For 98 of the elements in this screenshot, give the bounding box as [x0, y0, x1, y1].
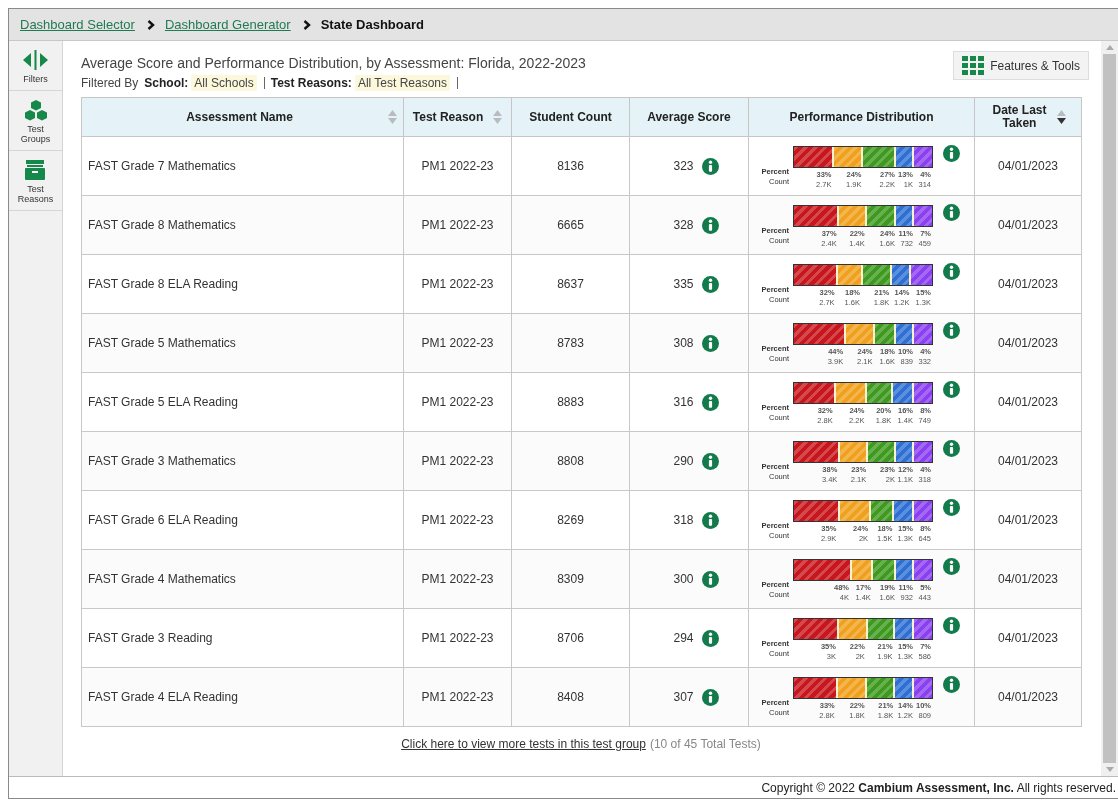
info-icon[interactable]	[701, 334, 719, 352]
assessment-name: FAST Grade 4 Mathematics	[88, 572, 236, 586]
info-icon[interactable]	[701, 688, 719, 706]
test-count: (10 of 45 Total Tests)	[649, 737, 761, 751]
filter-label: School:	[144, 76, 189, 90]
table-cell: 8637	[557, 277, 584, 291]
scroll-up-icon	[1105, 45, 1114, 50]
average-score: 328	[673, 218, 694, 232]
assessment-name: FAST Grade 6 ELA Reading	[88, 513, 238, 527]
table-cell: 04/01/2023	[997, 218, 1059, 232]
table-cell: PM1 2022-23	[421, 277, 494, 291]
average-score: 300	[673, 572, 694, 586]
info-icon[interactable]	[701, 393, 719, 411]
table-cell: 8309	[557, 572, 584, 586]
info-icon[interactable]	[701, 452, 719, 470]
assessment-name: FAST Grade 5 ELA Reading	[88, 395, 238, 409]
table-cell: 04/01/2023	[997, 631, 1059, 645]
average-score: 294	[673, 631, 694, 645]
table-cell: PM1 2022-23	[421, 159, 494, 173]
info-icon[interactable]	[943, 145, 960, 162]
average-score: 316	[673, 395, 694, 409]
scrollbar[interactable]	[1101, 41, 1118, 776]
features-tools-button[interactable]: Features & Tools	[953, 51, 1089, 80]
average-score: 290	[673, 454, 694, 468]
column-header: Average Score	[647, 110, 731, 124]
assessment-name: FAST Grade 4 ELA Reading	[88, 690, 238, 704]
table-cell: 04/01/2023	[997, 572, 1059, 586]
table-cell: 8136	[557, 159, 584, 173]
table-cell: 8269	[557, 513, 584, 527]
table-cell: PM1 2022-23	[421, 395, 494, 409]
table-cell: PM1 2022-23	[421, 690, 494, 704]
column-header[interactable]: Assessment Name	[186, 110, 293, 124]
report-title: Average Score and Performance Distribution, by Assessment: Florida, 2022-2023	[81, 55, 586, 71]
chevron-icon	[146, 19, 155, 30]
table-cell: PM1 2022-23	[421, 631, 494, 645]
split-arrows-icon	[22, 49, 49, 71]
file-box-icon	[24, 159, 47, 181]
table-cell: 04/01/2023	[997, 454, 1059, 468]
info-icon[interactable]	[701, 511, 719, 529]
table-cell: 8783	[557, 336, 584, 350]
info-icon[interactable]	[701, 275, 719, 293]
assessment-name: FAST Grade 7 Mathematics	[88, 159, 236, 173]
chevron-icon	[302, 19, 311, 30]
average-score: 323	[673, 159, 694, 173]
filter-value: All Test Reasons	[354, 75, 451, 91]
table-cell: 04/01/2023	[997, 277, 1059, 291]
table-cell: 04/01/2023	[997, 336, 1059, 350]
table-cell: 04/01/2023	[997, 159, 1059, 173]
grid-icon	[962, 56, 985, 75]
more-tests-link[interactable]: Click here to view more tests in this test group	[401, 737, 646, 751]
assessment-name: FAST Grade 3 Reading	[88, 631, 213, 645]
scroll-down-icon	[1105, 767, 1114, 772]
column-header: Performance Distribution	[789, 110, 934, 124]
info-icon[interactable]	[943, 440, 960, 457]
info-icon[interactable]	[943, 558, 960, 575]
table-cell: 8883	[557, 395, 584, 409]
info-icon[interactable]	[943, 322, 960, 339]
info-icon[interactable]	[943, 381, 960, 398]
breadcrumb-link[interactable]: Dashboard Generator	[164, 17, 291, 32]
breadcrumb-link[interactable]: Dashboard Selector	[20, 17, 135, 32]
filter-label: Test Reasons:	[270, 76, 352, 90]
table-cell: 8808	[557, 454, 584, 468]
table-cell: PM1 2022-23	[421, 336, 494, 350]
filter-value: All Schools	[191, 75, 257, 91]
column-header: Student Count	[529, 110, 612, 124]
info-icon[interactable]	[943, 263, 960, 280]
assessment-name: FAST Grade 8 ELA Reading	[88, 277, 238, 291]
table-cell: 8706	[557, 631, 584, 645]
table-cell: 6665	[557, 218, 584, 232]
info-icon[interactable]	[701, 216, 719, 234]
table-cell: 8408	[557, 690, 584, 704]
sort-icon[interactable]	[1056, 110, 1066, 124]
table-cell: 04/01/2023	[997, 395, 1059, 409]
assessment-name: FAST Grade 5 Mathematics	[88, 336, 236, 350]
assessment-name: FAST Grade 8 Mathematics	[88, 218, 236, 232]
cubes-icon	[24, 99, 47, 121]
info-icon[interactable]	[701, 629, 719, 647]
average-score: 318	[673, 513, 694, 527]
table-cell: PM1 2022-23	[421, 454, 494, 468]
info-icon[interactable]	[701, 157, 719, 175]
copyright-text: Copyright © 2022 Cambium Assessment, Inc. All rights reserved.	[761, 780, 1116, 795]
filter-caption: Filtered By	[81, 76, 139, 90]
breadcrumb-current: State Dashboard	[320, 17, 424, 32]
table-cell: PM1 2022-23	[421, 572, 494, 586]
average-score: 335	[673, 277, 694, 291]
assessment-name: FAST Grade 3 Mathematics	[88, 454, 236, 468]
info-icon[interactable]	[943, 617, 960, 634]
table-cell: 04/01/2023	[997, 513, 1059, 527]
info-icon[interactable]	[943, 676, 960, 693]
table-cell: PM1 2022-23	[421, 218, 494, 232]
info-icon[interactable]	[701, 570, 719, 588]
average-score: 308	[673, 336, 694, 350]
info-icon[interactable]	[943, 204, 960, 221]
table-cell: PM1 2022-23	[421, 513, 494, 527]
info-icon[interactable]	[943, 499, 960, 516]
table-cell: 04/01/2023	[997, 690, 1059, 704]
scrollbar-thumb[interactable]	[1103, 54, 1116, 763]
average-score: 307	[673, 690, 694, 704]
